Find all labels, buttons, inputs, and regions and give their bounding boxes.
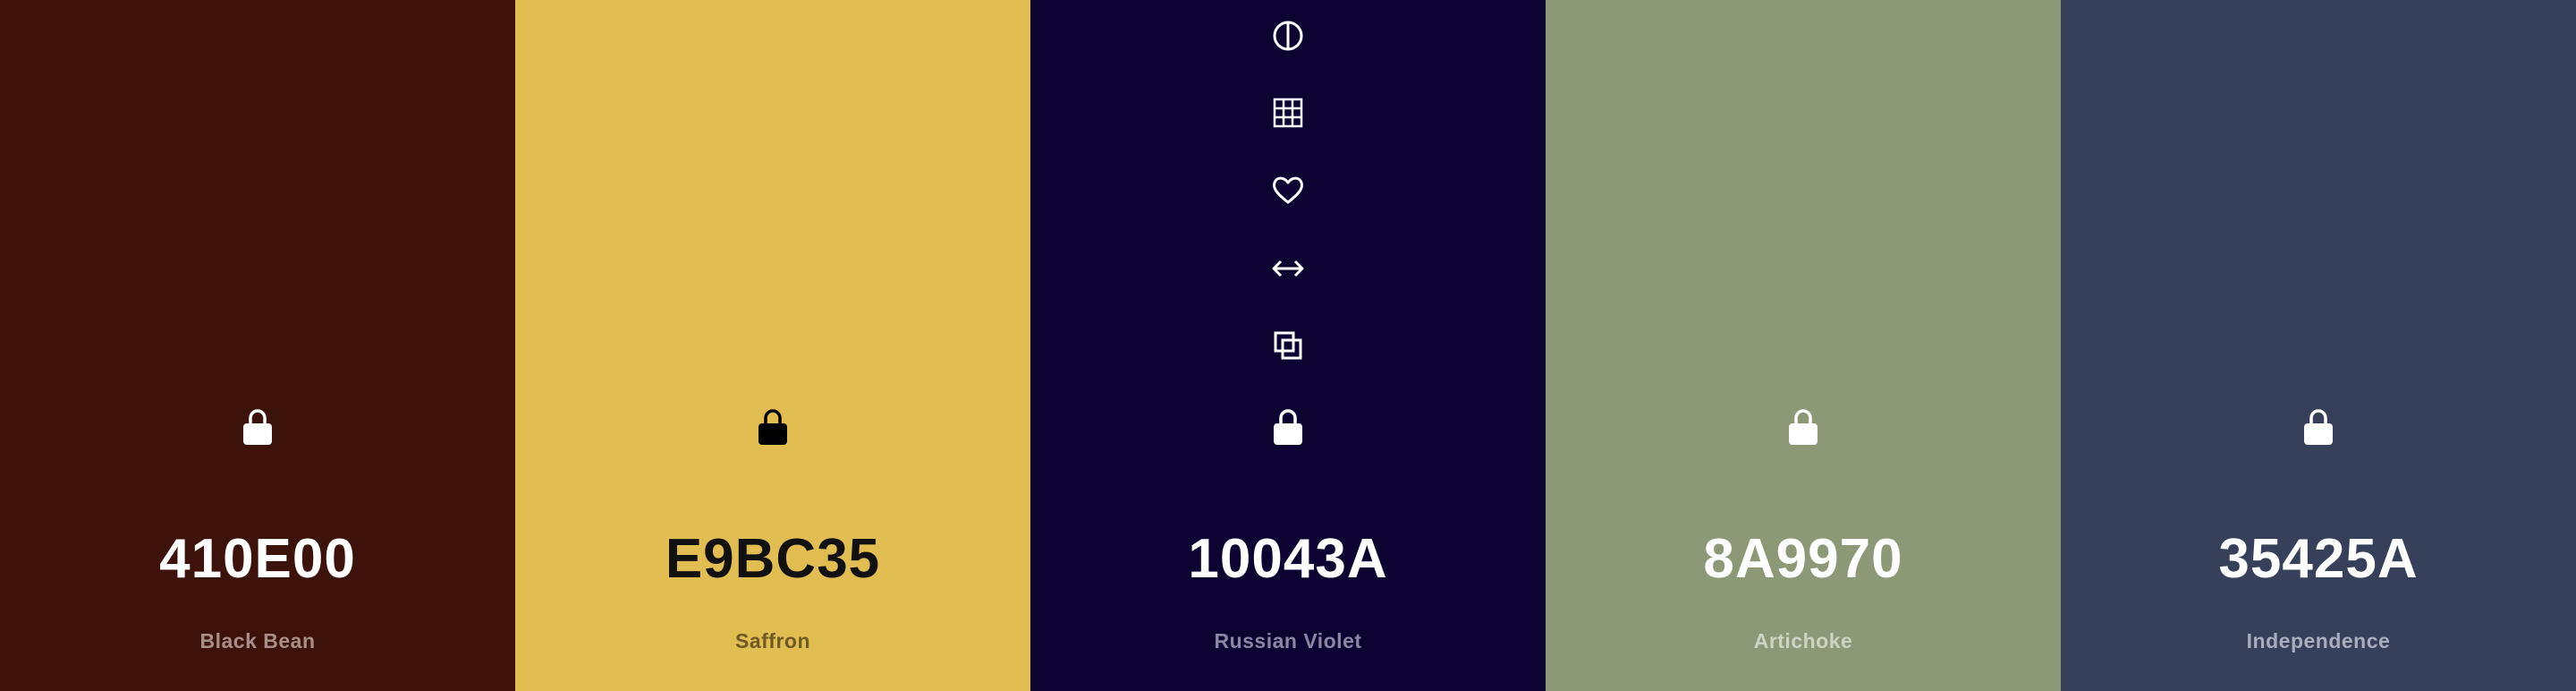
heart-icon: [1273, 176, 1303, 204]
contrast-button[interactable]: [1270, 18, 1306, 54]
lock-icon: [1274, 409, 1302, 445]
hex-code[interactable]: 35425A: [2061, 528, 2576, 591]
color-name: Saffron: [735, 629, 810, 653]
hex-code[interactable]: 8A9970: [1546, 528, 2061, 591]
color-swatch-independence[interactable]: 35425A Independence: [2061, 0, 2576, 691]
color-swatch-black-bean[interactable]: 410E00 Black Bean: [0, 0, 515, 691]
color-swatch-russian-violet[interactable]: 10043A Russian Violet: [1030, 0, 1546, 691]
color-name: Black Bean: [199, 629, 316, 653]
favorite-button[interactable]: [1270, 172, 1306, 208]
contrast-icon: [1273, 21, 1303, 51]
color-name: Russian Violet: [1214, 629, 1362, 653]
color-palette: 410E00 Black Bean E9BC35 Saffron 10043A …: [0, 0, 2576, 691]
color-swatch-artichoke[interactable]: 8A9970 Artichoke: [1546, 0, 2061, 691]
color-name: Independence: [2246, 629, 2391, 653]
lock-button[interactable]: [2301, 408, 2336, 445]
drag-arrows-icon: [1272, 260, 1304, 277]
lock-icon: [243, 409, 272, 445]
copy-icon: [1274, 331, 1302, 360]
lock-icon: [758, 409, 787, 445]
color-name: Artichoke: [1753, 629, 1853, 653]
shades-grid-icon: [1273, 98, 1303, 128]
drag-button[interactable]: [1270, 251, 1306, 286]
lock-button[interactable]: [755, 408, 791, 445]
hex-code[interactable]: 410E00: [0, 528, 515, 591]
lock-icon: [2304, 409, 2333, 445]
lock-button[interactable]: [1270, 408, 1306, 445]
lock-button[interactable]: [1785, 408, 1821, 445]
lock-icon: [1789, 409, 1818, 445]
color-swatch-saffron[interactable]: E9BC35 Saffron: [515, 0, 1030, 691]
copy-button[interactable]: [1270, 328, 1306, 363]
hex-code[interactable]: E9BC35: [515, 528, 1030, 591]
view-shades-button[interactable]: [1270, 95, 1306, 131]
hex-code[interactable]: 10043A: [1030, 528, 1546, 591]
lock-button[interactable]: [240, 408, 275, 445]
